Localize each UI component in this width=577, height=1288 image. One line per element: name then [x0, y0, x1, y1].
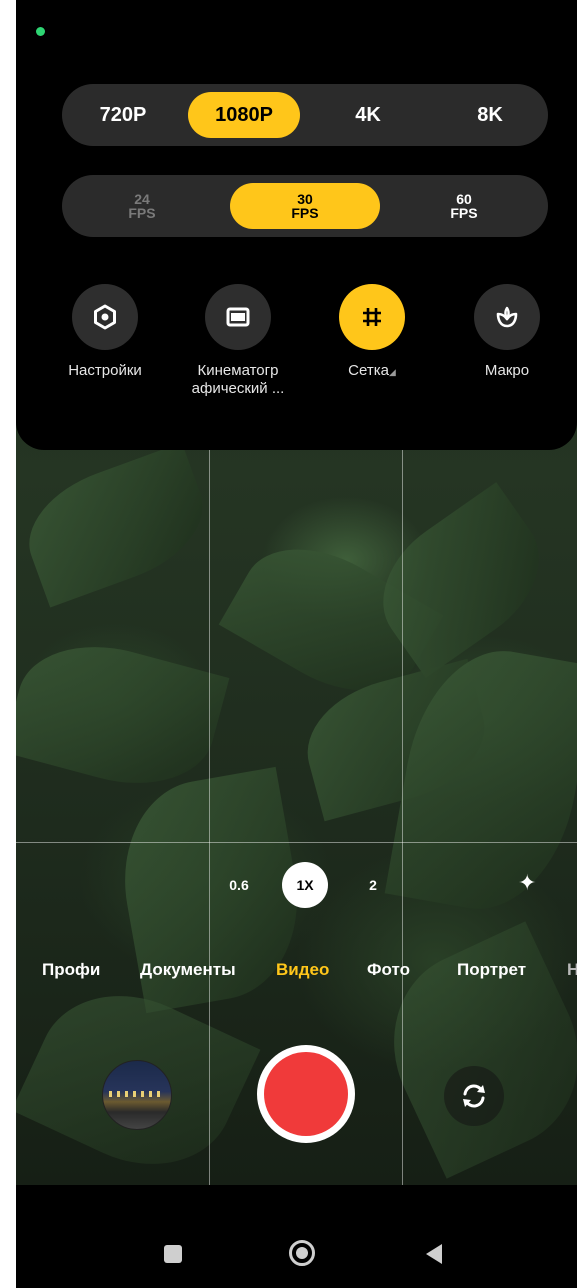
- tool-grid[interactable]: Сетка◢: [307, 284, 437, 381]
- switch-camera-icon: [463, 1084, 485, 1108]
- fps-unit: FPS: [450, 205, 478, 221]
- zoom-option-2[interactable]: 2: [350, 862, 396, 908]
- tool-label: Настройки: [68, 362, 142, 379]
- system-navigation-bar: [16, 1185, 577, 1288]
- dropdown-corner-icon: ◢: [388, 367, 396, 377]
- fps-number: 24: [134, 191, 150, 207]
- home-icon-dot: [296, 1247, 308, 1259]
- tool-label-text: Сетка: [348, 362, 389, 379]
- switch-camera-button[interactable]: [444, 1066, 504, 1126]
- home-icon[interactable]: [289, 1240, 315, 1266]
- leaf: [16, 626, 230, 804]
- mode-portrait[interactable]: Портрет: [457, 960, 526, 980]
- mode-video[interactable]: Видео: [276, 960, 329, 980]
- mode-photo[interactable]: Фото: [367, 960, 410, 980]
- macro-icon[interactable]: [474, 284, 540, 350]
- fps-option-30[interactable]: 30 FPS: [230, 183, 380, 229]
- fps-selector: 24 FPS 30 FPS 60 FPS: [62, 175, 548, 237]
- record-button[interactable]: [257, 1045, 355, 1143]
- tool-macro[interactable]: Макро: [442, 284, 572, 380]
- cinematic-icon[interactable]: [205, 284, 271, 350]
- mode-next[interactable]: Но: [567, 960, 577, 980]
- resolution-option-1080p[interactable]: 1080P: [188, 92, 300, 138]
- mode-documents[interactable]: Документы: [140, 960, 236, 980]
- gallery-thumbnail[interactable]: [102, 1060, 172, 1130]
- tool-label-line: Кинематогр: [197, 362, 279, 379]
- record-button-core: [264, 1052, 348, 1136]
- resolution-option-4k[interactable]: 4K: [312, 84, 424, 146]
- recents-icon[interactable]: [164, 1245, 182, 1263]
- tool-label: Кинематогр афический ...: [173, 362, 303, 398]
- mode-pro[interactable]: Профи: [42, 960, 100, 980]
- camera-screen: 720P 1080P 4K 8K 24 FPS 30 FPS 60 FPS На…: [16, 0, 577, 1288]
- resolution-selector: 720P 1080P 4K 8K: [62, 84, 548, 146]
- tool-label: Сетка◢: [307, 362, 437, 381]
- fps-number: 30: [297, 191, 313, 207]
- resolution-option-720p[interactable]: 720P: [62, 84, 184, 146]
- tool-cinematic[interactable]: Кинематогр афический ...: [173, 284, 303, 398]
- fps-number: 60: [456, 191, 472, 207]
- beauty-sparkle-icon[interactable]: ✦: [518, 870, 536, 896]
- zoom-option-1x[interactable]: 1X: [282, 862, 328, 908]
- fps-option-24[interactable]: 24 FPS: [92, 175, 192, 237]
- zoom-option-0-6[interactable]: 0.6: [216, 862, 262, 908]
- quick-settings-panel: 720P 1080P 4K 8K 24 FPS 30 FPS 60 FPS На…: [16, 0, 577, 450]
- thumbnail-image: [109, 1091, 165, 1097]
- tool-label: Макро: [484, 362, 530, 379]
- tool-label-line: афический ...: [191, 380, 285, 397]
- grid-icon[interactable]: [339, 284, 405, 350]
- fps-option-60[interactable]: 60 FPS: [414, 175, 514, 237]
- back-icon[interactable]: [426, 1244, 442, 1264]
- privacy-indicator-dot: [36, 27, 45, 36]
- fps-unit: FPS: [291, 205, 319, 221]
- leaf: [16, 442, 220, 608]
- settings-icon[interactable]: [72, 284, 138, 350]
- resolution-option-8k[interactable]: 8K: [434, 84, 546, 146]
- grid-line-horizontal: [16, 842, 577, 843]
- fps-unit: FPS: [128, 205, 156, 221]
- tool-settings[interactable]: Настройки: [40, 284, 170, 380]
